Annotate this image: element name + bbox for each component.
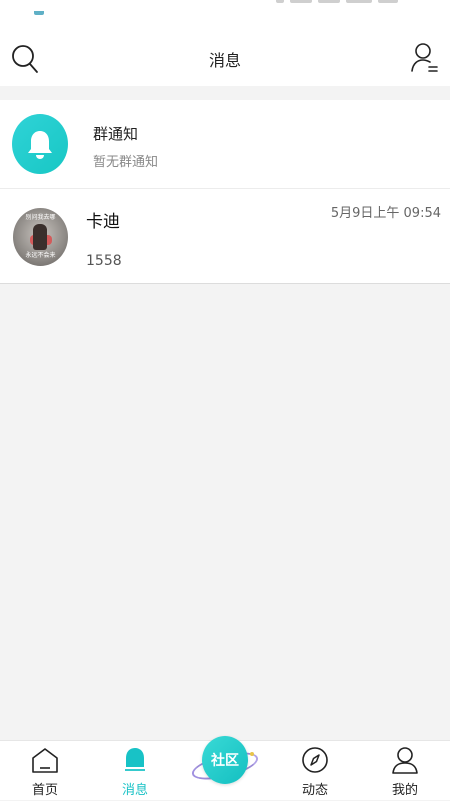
tab-messages[interactable]: 消息 — [90, 741, 180, 801]
avatar-caption-top: 别问我去哪 — [25, 214, 56, 221]
community-button-label: 社区 — [211, 753, 239, 769]
status-bar-left-icons — [34, 0, 64, 34]
conversation-row[interactable]: 别问我去哪 永远不会来 卡迪 5月9日上午 09:54 1558 — [0, 188, 450, 284]
conversation-name: 卡迪 — [86, 212, 120, 232]
person-icon — [391, 746, 419, 778]
bell-icon — [28, 131, 52, 159]
bell-icon — [121, 746, 149, 778]
message-list: 群通知 暂无群通知 别问我去哪 永远不会来 卡迪 5月9日上午 09:54 15… — [0, 100, 450, 284]
avatar[interactable]: 别问我去哪 永远不会来 — [13, 208, 68, 266]
planet-dot — [250, 752, 254, 756]
home-icon — [31, 746, 59, 778]
top-header: 消息 — [0, 20, 450, 86]
group-notice-subtitle: 暂无群通知 — [93, 155, 159, 170]
tab-messages-label: 消息 — [121, 783, 148, 798]
user-list-icon[interactable] — [410, 42, 440, 74]
tab-home[interactable]: 首页 — [0, 741, 90, 801]
conversation-time: 5月9日上午 09:54 — [330, 206, 441, 221]
tab-moments[interactable]: 动态 — [270, 741, 360, 801]
tab-mine[interactable]: 我的 — [360, 741, 450, 801]
compass-icon — [301, 746, 329, 778]
community-button-ball: 社区 — [202, 736, 248, 784]
status-bar — [0, 0, 450, 34]
conversation-last-message: 1558 — [86, 253, 122, 269]
group-notice-avatar — [12, 114, 68, 174]
group-notice-row[interactable]: 群通知 暂无群通知 — [0, 100, 450, 188]
tab-moments-label: 动态 — [301, 783, 328, 798]
page-title: 消息 — [208, 51, 241, 70]
group-notice-title: 群通知 — [93, 125, 139, 143]
tab-home-label: 首页 — [31, 783, 58, 798]
community-button[interactable]: 社区 — [189, 735, 261, 791]
avatar-caption-bottom: 永远不会来 — [25, 252, 56, 259]
status-bar-right-icons — [270, 0, 430, 5]
tab-mine-label: 我的 — [391, 783, 418, 798]
